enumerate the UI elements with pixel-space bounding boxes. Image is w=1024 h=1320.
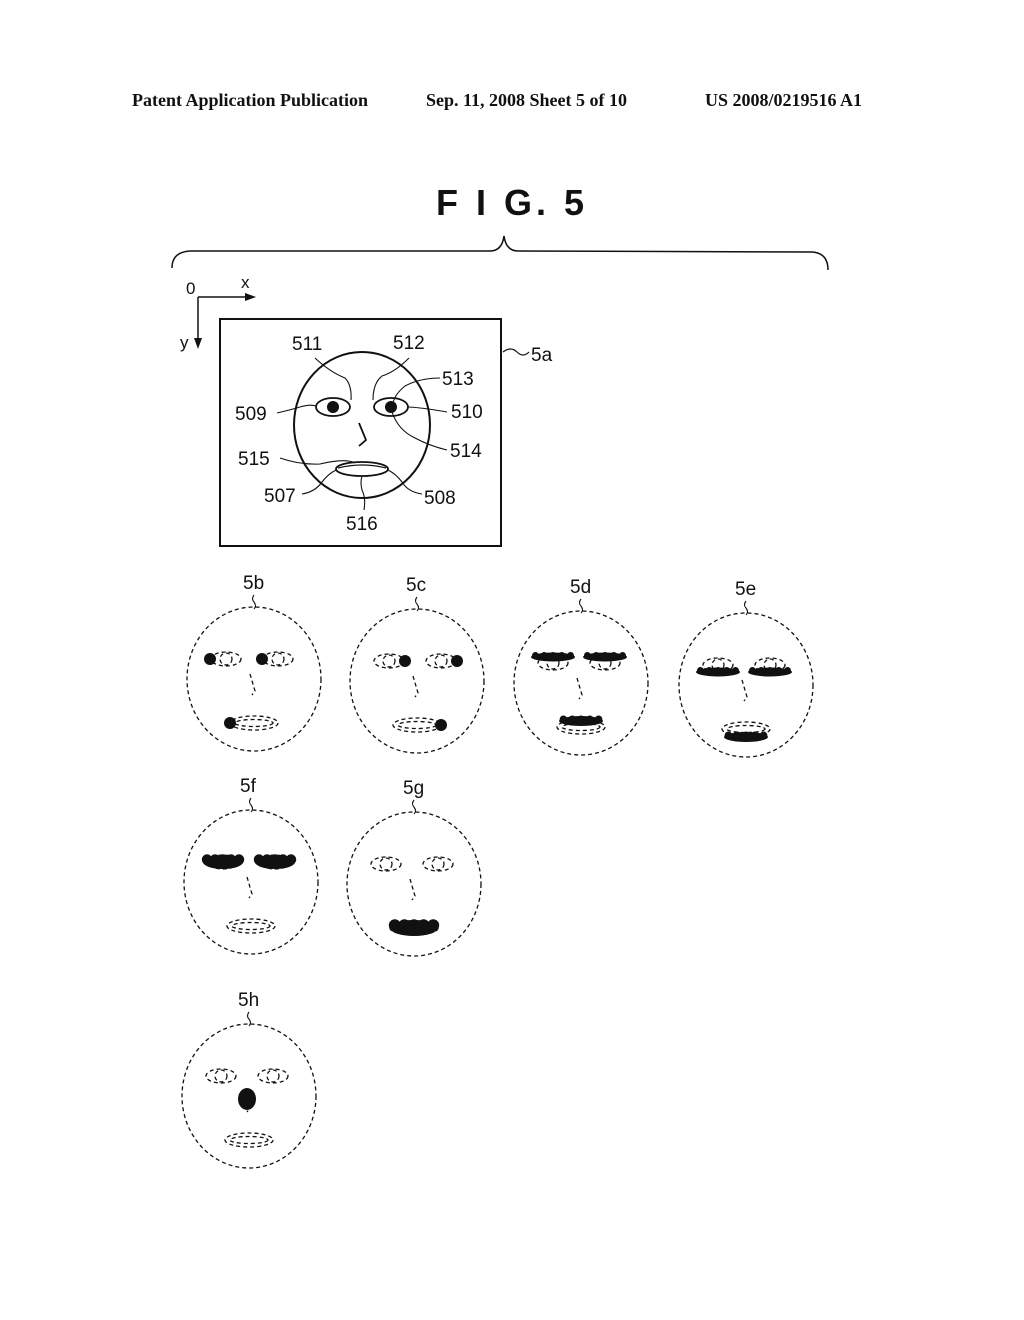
axis-origin-label: 0 — [186, 279, 195, 298]
highlight-upper-lip — [559, 715, 603, 726]
label-5a: 5a — [531, 345, 553, 366]
mouth-inner — [337, 464, 387, 469]
feature-point-dot — [451, 655, 463, 667]
ref-513: 513 — [442, 369, 474, 390]
label-5h: 5h — [238, 990, 259, 1011]
ref-515: 515 — [238, 449, 270, 470]
face-outline — [183, 809, 319, 955]
right-eye — [422, 856, 454, 872]
label-5c: 5c — [406, 575, 426, 596]
ref-510: 510 — [451, 402, 483, 423]
highlight-mouth — [388, 919, 440, 936]
feature-point-dot — [224, 717, 236, 729]
face-5e: 5e — [678, 579, 814, 758]
figure-brace — [171, 235, 829, 271]
feature-point-dot — [256, 653, 268, 665]
face-5h: 5h — [181, 990, 317, 1169]
ref-511: 511 — [292, 334, 322, 355]
axis-y-label: y — [180, 333, 189, 352]
mouth — [392, 717, 442, 733]
face-outline — [186, 606, 322, 752]
mouth-outer — [335, 461, 389, 477]
mouth — [226, 918, 276, 934]
leader — [743, 600, 749, 616]
face-outline — [513, 610, 649, 756]
feature-point-dot — [435, 719, 447, 731]
ref-507: 507 — [264, 486, 296, 507]
label-5b: 5b — [243, 573, 264, 594]
right-eye — [257, 1068, 289, 1084]
highlight-lower-eyelid — [696, 667, 740, 677]
nose — [576, 677, 583, 700]
ref-509: 509 — [235, 404, 267, 425]
left-eye — [370, 856, 402, 872]
leader — [251, 594, 257, 610]
label-5d: 5d — [570, 577, 591, 598]
nose — [246, 876, 253, 899]
highlight-lower-eyelid — [748, 667, 792, 677]
leader-5a — [502, 348, 530, 356]
left-eye — [205, 1068, 237, 1084]
nose — [409, 878, 416, 901]
leader — [578, 598, 584, 614]
leader — [248, 797, 254, 813]
nose — [741, 679, 748, 702]
ref-508: 508 — [424, 488, 456, 509]
ref-512: 512 — [393, 333, 425, 354]
left-pupil — [327, 401, 339, 413]
face-5g: 5g — [346, 778, 482, 957]
label-5e: 5e — [735, 579, 756, 600]
right-pupil — [385, 401, 397, 413]
leader — [246, 1011, 252, 1027]
highlight-nose — [238, 1088, 256, 1110]
x-axis-arrow-icon — [245, 293, 256, 301]
feature-point-dot — [399, 655, 411, 667]
figure-5-drawing: 0 x y 5a 511 512 513 509 510 514 515 507… — [171, 235, 829, 1169]
nose — [249, 673, 256, 696]
face-5d: 5d — [513, 577, 649, 756]
feature-point-dot — [204, 653, 216, 665]
ref-516: 516 — [346, 514, 378, 535]
highlight-upper-eyelid — [531, 652, 575, 662]
coordinate-axes: 0 x y — [180, 273, 256, 352]
label-5g: 5g — [403, 778, 424, 799]
leader — [414, 596, 420, 612]
face-5c: 5c — [349, 575, 485, 754]
image-frame — [219, 318, 502, 547]
highlight-eye — [253, 854, 297, 869]
panel-5a: 5a 511 512 513 509 510 514 515 507 508 5… — [219, 318, 553, 547]
label-5f: 5f — [240, 776, 257, 797]
highlight-eye — [201, 854, 245, 869]
face-5f: 5f — [183, 776, 319, 955]
reference-leaders — [276, 357, 448, 511]
leader — [411, 799, 417, 815]
mouth — [224, 1132, 274, 1148]
highlight-lower-lip — [724, 731, 768, 742]
highlight-upper-eyelid — [583, 652, 627, 662]
variant-faces: 5b 5c 5d 5e 5f 5g 5h — [181, 573, 814, 1169]
y-axis-arrow-icon — [194, 338, 202, 349]
nose — [412, 675, 419, 698]
axis-x-label: x — [241, 273, 250, 292]
mouth — [229, 715, 279, 731]
ref-514: 514 — [450, 441, 482, 462]
nose — [358, 422, 368, 447]
face-5b: 5b — [186, 573, 322, 752]
face-outline — [349, 608, 485, 754]
